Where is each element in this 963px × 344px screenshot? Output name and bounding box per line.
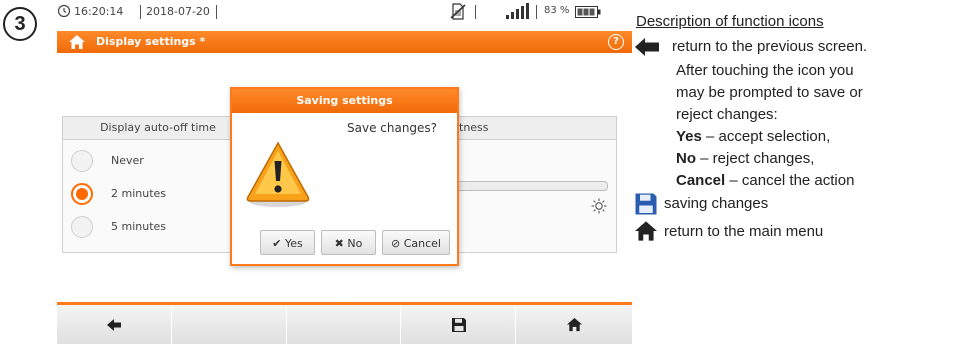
yes-description: Yes – accept selection, bbox=[676, 127, 830, 146]
back-description: return to the previous screen. bbox=[672, 38, 868, 55]
status-date: 2018-07-20 bbox=[146, 5, 210, 18]
back-arrow-icon bbox=[634, 37, 660, 62]
signal-icon bbox=[506, 3, 530, 24]
yes-button-label: Yes bbox=[284, 237, 303, 250]
x-icon: ✖ bbox=[334, 237, 344, 250]
battery-percent: 83 % bbox=[544, 5, 570, 16]
status-divider bbox=[140, 5, 141, 19]
save-icon bbox=[634, 192, 658, 221]
home-icon bbox=[633, 220, 659, 247]
radio-button[interactable] bbox=[71, 216, 93, 238]
brightness-slider[interactable] bbox=[441, 181, 608, 191]
no-description: No – reject changes, bbox=[676, 149, 814, 168]
yes-text: – accept selection, bbox=[701, 128, 831, 145]
yes-term: Yes bbox=[676, 128, 702, 145]
save-icon bbox=[452, 318, 466, 332]
cancel-term: Cancel bbox=[676, 172, 726, 189]
page-title: Display settings * bbox=[96, 35, 206, 48]
dialog-title: Saving settings bbox=[232, 89, 457, 113]
status-divider bbox=[216, 5, 217, 19]
warning-icon bbox=[244, 139, 312, 214]
radio-button-selected[interactable] bbox=[71, 183, 93, 205]
cancel-button-label: Cancel bbox=[403, 237, 441, 250]
sun-icon bbox=[591, 198, 607, 219]
panel-header-text: tness bbox=[459, 121, 489, 134]
no-sim-icon bbox=[450, 3, 466, 25]
cancel-text: – cancel the action bbox=[725, 172, 855, 189]
no-button-label: No bbox=[347, 237, 363, 250]
back-detail-line: may be prompted to save or bbox=[676, 84, 863, 101]
radio-button[interactable] bbox=[71, 150, 93, 172]
save-button[interactable] bbox=[401, 305, 516, 344]
display-auto-off-panel: Display auto-off time Never 2 minutes 5 … bbox=[62, 116, 254, 253]
option-2-minutes[interactable]: 2 minutes bbox=[71, 183, 251, 209]
no-button[interactable]: ✖ No bbox=[321, 230, 376, 255]
home-button[interactable] bbox=[516, 305, 632, 344]
home-icon bbox=[567, 317, 582, 332]
toolbar-empty-slot bbox=[172, 305, 287, 344]
home-icon[interactable] bbox=[68, 34, 86, 55]
option-label: 2 minutes bbox=[111, 187, 167, 200]
battery-icon bbox=[575, 5, 601, 23]
option-label: 5 minutes bbox=[111, 220, 167, 233]
option-label: Never bbox=[111, 154, 144, 167]
yes-button[interactable]: ✔ Yes bbox=[260, 230, 315, 255]
panel-header: Display auto-off time bbox=[63, 117, 253, 140]
cancel-button[interactable]: ⊘ Cancel bbox=[382, 230, 450, 255]
status-divider bbox=[536, 5, 537, 19]
option-5-minutes[interactable]: 5 minutes bbox=[71, 216, 251, 242]
save-dialog: Saving settings Save changes? ✔ Yes ✖ No… bbox=[230, 87, 459, 266]
no-text: – reject changes, bbox=[696, 150, 815, 167]
back-arrow-icon bbox=[107, 319, 121, 331]
save-description: saving changes bbox=[664, 195, 769, 212]
dialog-message: Save changes? bbox=[347, 121, 438, 135]
clock-icon bbox=[57, 4, 71, 23]
home-description: return to the main menu bbox=[664, 223, 824, 240]
cancel-description: Cancel – cancel the action bbox=[676, 171, 854, 190]
status-time: 16:20:14 bbox=[74, 5, 124, 18]
status-divider bbox=[475, 5, 476, 19]
option-never[interactable]: Never bbox=[71, 150, 251, 176]
cancel-icon: ⊘ bbox=[391, 237, 401, 250]
description-heading: Description of function icons bbox=[636, 13, 824, 30]
toolbar-empty-slot bbox=[287, 305, 401, 344]
no-term: No bbox=[676, 150, 696, 167]
check-icon: ✔ bbox=[272, 237, 282, 250]
title-bar: Display settings * ? bbox=[57, 31, 632, 53]
back-button[interactable] bbox=[57, 305, 172, 344]
step-number: 3 bbox=[3, 7, 37, 41]
help-icon[interactable]: ? bbox=[608, 34, 624, 50]
back-detail-line: After touching the icon you bbox=[676, 62, 854, 79]
back-detail-line: reject changes: bbox=[676, 106, 778, 123]
